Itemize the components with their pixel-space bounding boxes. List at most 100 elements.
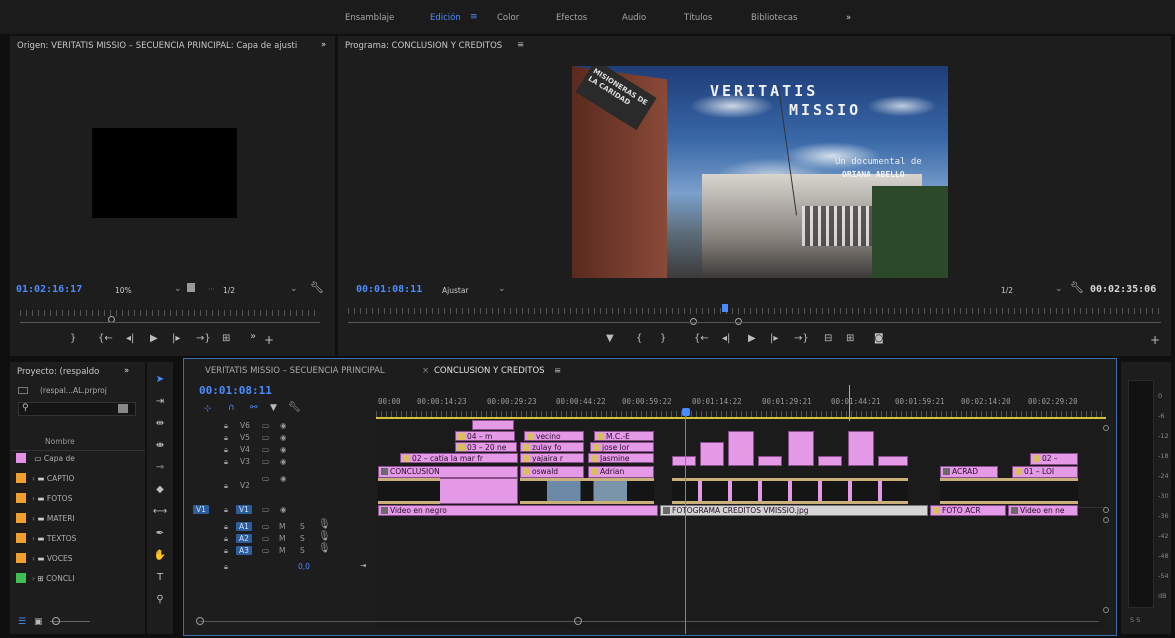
track-label-a2[interactable]: A2	[236, 534, 252, 543]
track-eye-icon[interactable]: ◉	[280, 421, 287, 430]
horizontal-scroll-handle-left[interactable]	[196, 617, 204, 625]
workspace-menu-icon[interactable]: ≡	[470, 12, 478, 22]
more-controls-icon[interactable]: »	[250, 332, 256, 342]
clip[interactable]: CONCLUSION	[378, 466, 518, 478]
program-wrench-icon[interactable]: 🔧︎	[1070, 281, 1084, 294]
mark-out-icon[interactable]: }	[660, 334, 666, 344]
timeline-playhead[interactable]	[682, 408, 690, 416]
track-lock-icon[interactable]: 🔒︎	[224, 457, 228, 467]
track-eye-icon[interactable]: ◉	[280, 474, 287, 483]
source-time-ruler[interactable]	[20, 310, 320, 316]
add-marker-icon[interactable]: ▼	[270, 403, 277, 413]
text-tool-icon[interactable]: T	[152, 572, 168, 583]
source-settings-icon[interactable]	[187, 283, 195, 292]
program-resolution-chevron-icon[interactable]: ⌄	[1055, 284, 1063, 294]
label-color-swatch[interactable]	[16, 493, 26, 503]
clip[interactable]: 01 – LOI	[1012, 466, 1078, 478]
label-color-swatch[interactable]	[16, 553, 26, 563]
track-eye-icon[interactable]: ◉	[280, 505, 287, 514]
track-lock-icon[interactable]: 🔒︎	[224, 562, 228, 572]
clip[interactable]	[700, 442, 724, 466]
workspace-tab-efectos[interactable]: Efectos	[556, 13, 587, 23]
track-sync-icon[interactable]: ▭	[262, 534, 269, 543]
step-back-icon[interactable]: ◂|	[126, 334, 134, 344]
zoom-tool-icon[interactable]: ⚲	[152, 594, 168, 605]
track-sync-icon[interactable]: ▭	[262, 433, 269, 442]
mute-button[interactable]: M	[279, 522, 285, 531]
source-timecode[interactable]: 01:02:16:17	[16, 284, 82, 295]
clip[interactable]	[878, 456, 908, 466]
horizontal-scroll-handle-right[interactable]	[574, 617, 582, 625]
clip[interactable]	[848, 431, 874, 466]
track-sync-icon[interactable]: ▭	[262, 546, 269, 555]
camera-icon[interactable]: ◙	[874, 334, 884, 344]
track-label-a3[interactable]: A3	[236, 546, 252, 555]
source-resolution-select[interactable]: 1/2	[223, 286, 235, 295]
slip-tool-icon[interactable]: ⟷	[152, 506, 168, 517]
workspace-tab-color[interactable]: Color	[497, 13, 519, 23]
go-to-out-icon[interactable]: →}	[794, 334, 809, 344]
step-forward-icon[interactable]: |▸	[770, 334, 778, 344]
clip[interactable]: 02 – catia la mar fr	[400, 453, 518, 463]
solo-button[interactable]: S	[300, 534, 305, 543]
clip[interactable]	[472, 420, 514, 430]
clip[interactable]	[672, 456, 696, 466]
project-column-header[interactable]: Nombre	[45, 437, 75, 446]
label-color-swatch[interactable]	[16, 533, 26, 543]
mark-out-icon[interactable]: }	[70, 334, 76, 344]
clip[interactable]: jose lor	[590, 442, 654, 452]
track-sync-icon[interactable]: ▭	[262, 421, 269, 430]
track-lock-icon[interactable]: 🔒︎	[224, 534, 228, 544]
project-item[interactable]: › ▬ CAPTIO	[16, 473, 74, 483]
mute-button[interactable]: M	[279, 546, 285, 555]
timeline-tab-conclusion[interactable]: CONCLUSION Y CREDITOS	[434, 366, 545, 376]
go-to-out-icon[interactable]: →}	[196, 334, 211, 344]
timeline-timecode[interactable]: 00:01:08:11	[199, 384, 272, 397]
project-item[interactable]: › ▬ MATERI	[16, 513, 75, 523]
source-wrench-icon[interactable]: 🔧︎	[310, 281, 324, 294]
step-back-icon[interactable]: ◂|	[722, 334, 730, 344]
timeline-tab-secuencia[interactable]: VERITATIS MISSIO – SECUENCIA PRINCIPAL	[205, 366, 385, 376]
clip[interactable]: 04 – m	[455, 431, 515, 441]
clip[interactable]: yajaira r	[520, 453, 584, 463]
track-lock-icon[interactable]: 🔒︎	[224, 481, 228, 491]
timeline-settings-icon[interactable]: 🔧︎	[288, 402, 301, 413]
track-sync-icon[interactable]: ▭	[262, 457, 269, 466]
workspace-tab-ensamblaje[interactable]: Ensamblaje	[345, 13, 394, 23]
label-color-swatch[interactable]	[16, 573, 26, 583]
program-menu-icon[interactable]: ≡	[517, 40, 524, 50]
work-area-bar[interactable]	[376, 417, 1106, 419]
button-editor-icon[interactable]: +	[264, 334, 274, 346]
clip[interactable]: Adrian	[588, 466, 654, 478]
clip[interactable]	[728, 431, 754, 466]
track-sync-icon[interactable]: ▭	[262, 445, 269, 454]
clip[interactable]: zulay fo	[520, 442, 584, 452]
microphone-icon[interactable]: 🎙︎	[318, 519, 331, 530]
clip[interactable]: Video en ne	[1008, 505, 1078, 516]
track-eye-icon[interactable]: ◉	[280, 457, 287, 466]
linked-selection-icon[interactable]: ⚯	[250, 403, 258, 413]
list-view-icon[interactable]: ☰	[18, 617, 26, 627]
track-lock-icon[interactable]: 🔒︎	[224, 433, 228, 443]
clip[interactable]	[788, 431, 814, 466]
project-item[interactable]: ▭ Capa de	[16, 453, 75, 463]
vertical-scroll-handle-audio[interactable]	[1103, 517, 1109, 523]
clip[interactable]	[758, 456, 782, 466]
program-fit-select[interactable]: Ajustar	[442, 286, 469, 295]
solo-button[interactable]: S	[300, 522, 305, 531]
track-lock-icon[interactable]: 🔒︎	[224, 546, 228, 556]
clip[interactable]: vecino	[524, 431, 584, 441]
ripple-edit-tool-icon[interactable]: ⇹	[152, 418, 168, 429]
film-strip[interactable]	[672, 478, 908, 504]
horizontal-scroll-bar[interactable]	[199, 621, 1099, 622]
hand-tool-icon[interactable]: ✋	[152, 550, 168, 561]
label-color-swatch[interactable]	[16, 513, 26, 523]
solo-button[interactable]: S	[300, 546, 305, 555]
play-icon[interactable]: ▶	[150, 334, 158, 344]
track-sync-icon[interactable]: ▭	[262, 474, 269, 483]
source-patch-v1[interactable]: V1	[193, 505, 209, 514]
nest-icon[interactable]: ⊹	[204, 404, 212, 414]
microphone-icon[interactable]: 🎙︎	[318, 543, 331, 554]
razor-tool-icon[interactable]: ◆	[152, 484, 168, 495]
rolling-edit-tool-icon[interactable]: ⇼	[152, 440, 168, 451]
